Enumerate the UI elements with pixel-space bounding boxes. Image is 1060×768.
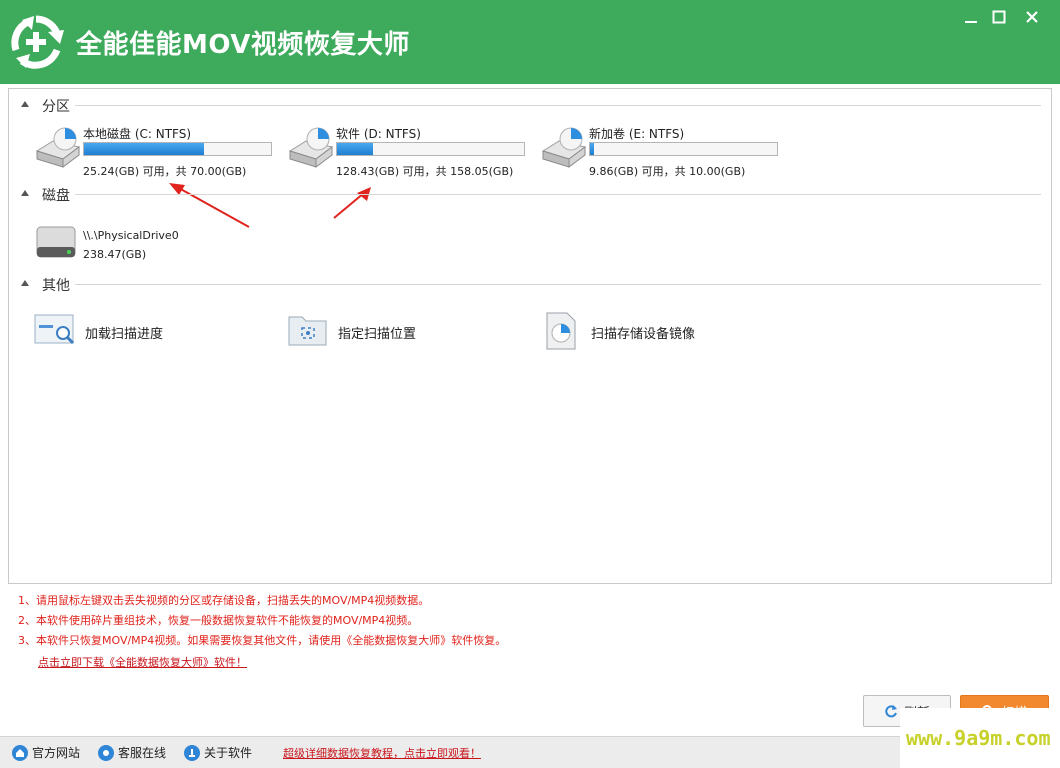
info-icon [184,744,200,761]
load-scan-progress-item[interactable]: 加载扫描进度 [33,311,233,351]
section-partitions-header[interactable]: 分区 [9,95,1051,115]
folder-scan-location-icon [288,316,327,346]
watermark: www.9a9m.com [900,708,1060,768]
collapse-triangle-icon[interactable] [21,190,29,196]
section-title: 分区 [42,99,70,115]
close-icon [1026,11,1038,23]
maximize-icon [992,10,1006,24]
other-label: 加载扫描进度 [85,327,164,342]
about-link[interactable]: 关于软件 [184,744,252,761]
support-link[interactable]: 客服在线 [98,744,166,761]
minimize-icon [965,21,977,23]
section-disks-header[interactable]: 磁盘 [9,184,1051,204]
load-scan-progress-icon [34,314,75,345]
usage-bar [336,142,525,156]
device-image-icon [546,312,576,350]
usage-fill [84,143,204,155]
download-link[interactable]: 点击立即下载《全能数据恢复大师》软件！ [38,654,247,670]
hard-drive-icon [36,226,76,258]
section-title: 磁盘 [42,188,70,204]
disk-item-physicaldrive0[interactable]: \\.\PhysicalDrive0 238.47(GB) [33,219,283,279]
disk-size: 238.47(GB) [83,248,147,261]
disk-name: \\.\PhysicalDrive0 [83,229,179,242]
note-2: 2、本软件使用碎片重组技术，恢复一般数据恢复软件不能恢复的MOV/MP4视频。 [18,614,419,627]
disk-drive-icon [541,127,587,168]
minimize-button[interactable] [958,6,984,28]
section-other-header[interactable]: 其他 [9,274,1051,294]
partition-item-e[interactable]: 新加卷 (E: NTFS) 9.86(GB) 可用，共 10.00(GB) [539,125,789,185]
disk-drive-icon [35,127,81,168]
app-title: 全能佳能MOV视频恢复大师 [76,30,410,60]
note-3: 3、本软件只恢复MOV/MP4视频。如果需要恢复其他文件，请使用《全能数据恢复大… [18,634,507,647]
usage-fill [590,143,594,155]
partition-name: 本地磁盘 (C: NTFS) [83,127,192,141]
website-link[interactable]: 官方网站 [12,744,80,761]
collapse-triangle-icon[interactable] [21,101,29,107]
title-bar: 全能佳能MOV视频恢复大师 [0,0,1060,84]
maximize-button[interactable] [986,6,1012,28]
headset-icon [98,744,114,761]
tutorial-link[interactable]: 超级详细数据恢复教程，点击立即观看！ [283,745,481,761]
scan-device-image-item[interactable]: 扫描存储设备镜像 [539,311,759,351]
close-button[interactable] [1019,6,1045,28]
specify-scan-location-item[interactable]: 指定扫描位置 [286,311,486,351]
watermark-text: www.9a9m.com [906,726,1051,750]
home-icon [12,744,28,761]
section-divider [75,105,1041,106]
usage-bar [589,142,778,156]
disk-drive-icon [288,127,334,168]
app-logo-icon [11,15,64,69]
other-label: 指定扫描位置 [338,327,417,342]
collapse-triangle-icon[interactable] [21,280,29,286]
device-panel: 分区 本地磁盘 (C: NTFS) 25.24(GB) 可用，共 70.00(G… [8,88,1052,584]
website-label: 官方网站 [32,746,81,760]
usage-bar [83,142,272,156]
partition-capacity: 9.86(GB) 可用，共 10.00(GB) [589,165,746,178]
app-window: 全能佳能MOV视频恢复大师 分区 本地磁盘 (C: NTFS) 25.24(GB… [0,0,1060,768]
section-divider [75,194,1041,195]
usage-fill [337,143,373,155]
section-title: 其他 [42,278,70,294]
note-1: 1、请用鼠标左键双击丢失视频的分区或存储设备，扫描丢失的MOV/MP4视频数据。 [18,594,430,607]
about-label: 关于软件 [204,746,253,760]
partition-name: 软件 (D: NTFS) [336,127,421,141]
section-divider [75,284,1041,285]
refresh-icon [885,705,897,718]
partition-name: 新加卷 (E: NTFS) [589,127,685,141]
support-label: 客服在线 [118,746,167,760]
other-label: 扫描存储设备镜像 [591,327,696,342]
